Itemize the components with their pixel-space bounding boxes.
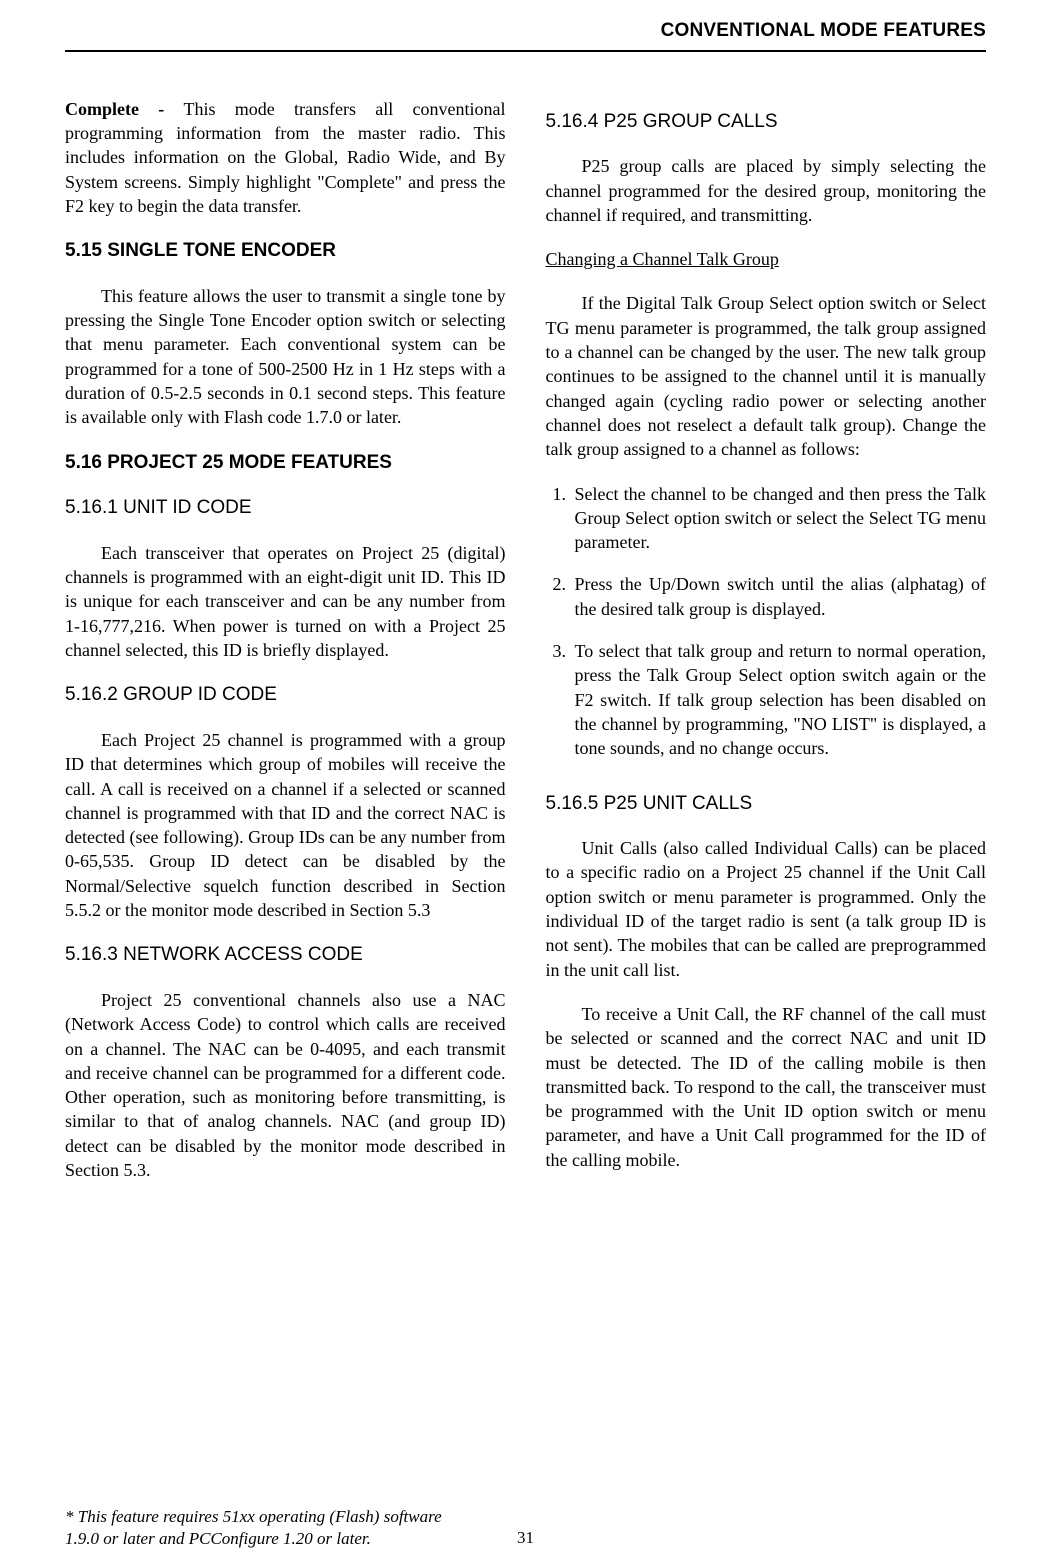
content-columns: Complete - This mode transfers all conve… [65,97,986,1203]
page-header: CONVENTIONAL MODE FEATURES [65,0,986,52]
para-5-16-5-b: To receive a Unit Call, the RF channel o… [546,1002,987,1172]
para-5-15: This feature allows the user to transmit… [65,284,506,430]
steps-list: Select the channel to be changed and the… [546,482,987,761]
para-5-16-4: P25 group calls are placed by simply sel… [546,154,987,227]
heading-5-16-4: 5.16.4 P25 GROUP CALLS [546,109,987,135]
para-change-intro: If the Digital Talk Group Select option … [546,291,987,461]
para-5-16-3: Project 25 conventional channels also us… [65,988,506,1182]
list-item: Press the Up/Down switch until the alias… [571,572,987,621]
page-number: 31 [0,1527,1051,1550]
para-5-16-5-a: Unit Calls (also called Individual Calls… [546,836,987,982]
list-item: Select the channel to be changed and the… [571,482,987,555]
page: CONVENTIONAL MODE FEATURES Complete - Th… [0,0,1051,1568]
para-5-16-1: Each transceiver that operates on Projec… [65,541,506,662]
para-5-16-2: Each Project 25 channel is programmed wi… [65,728,506,922]
complete-label: Complete - [65,99,184,119]
heading-5-16-2: 5.16.2 GROUP ID CODE [65,682,506,708]
para-complete: Complete - This mode transfers all conve… [65,97,506,218]
left-column: Complete - This mode transfers all conve… [65,97,506,1203]
heading-5-16: 5.16 PROJECT 25 MODE FEATURES [65,450,506,476]
heading-5-16-3: 5.16.3 NETWORK ACCESS CODE [65,942,506,968]
right-column: 5.16.4 P25 GROUP CALLS P25 group calls a… [546,97,987,1203]
heading-5-16-5: 5.16.5 P25 UNIT CALLS [546,791,987,817]
heading-5-16-1: 5.16.1 UNIT ID CODE [65,495,506,521]
list-item: To select that talk group and return to … [571,639,987,760]
subhead-changing-talk-group: Changing a Channel Talk Group [546,247,987,271]
heading-5-15: 5.15 SINGLE TONE ENCODER [65,238,506,264]
